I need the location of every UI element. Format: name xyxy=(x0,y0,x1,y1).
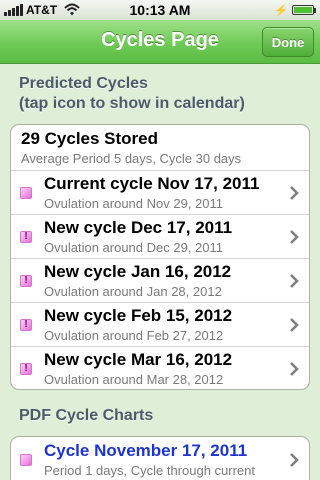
cycle-row[interactable]: ! New cycle Mar 16, 2012 Ovulation aroun… xyxy=(11,347,309,389)
cycle-title: Current cycle Nov 17, 2011 xyxy=(44,174,260,193)
cycles-summary-row: 29 Cycles Stored Average Period 5 days, … xyxy=(11,125,309,171)
calendar-square-icon[interactable] xyxy=(20,186,32,199)
pdf-charts-header: PDF Cycle Charts xyxy=(19,407,154,424)
predicted-cycles-hint: (tap icon to show in calendar) xyxy=(19,95,245,112)
predicted-cycles-title: Predicted Cycles xyxy=(19,75,148,92)
chevron-right-icon xyxy=(289,229,299,244)
cycle-ovulation: Ovulation around Dec 29, 2011 xyxy=(44,240,223,255)
pdf-chart-sub: Period 1 days, Cycle through current xyxy=(44,463,255,478)
navigation-bar: Cycles Page Done xyxy=(0,20,320,64)
cycle-title: New cycle Mar 16, 2012 xyxy=(44,350,233,369)
chevron-right-icon xyxy=(289,273,299,288)
charging-icon: ⚡ xyxy=(274,5,288,17)
cycle-row[interactable]: ! New cycle Dec 17, 2011 Ovulation aroun… xyxy=(11,215,309,259)
predicted-cycles-list: 29 Cycles Stored Average Period 5 days, … xyxy=(10,124,310,390)
chevron-right-icon xyxy=(289,453,299,467)
status-bar: AT&T 10:13 AM ⚡ xyxy=(0,0,320,20)
chevron-right-icon xyxy=(289,317,299,332)
cycle-ovulation: Ovulation around Mar 28, 2012 xyxy=(44,372,224,387)
cycle-ovulation: Ovulation around Jan 28, 2012 xyxy=(44,284,222,299)
cycle-row[interactable]: ! New cycle Feb 15, 2012 Ovulation aroun… xyxy=(11,303,309,347)
cycle-ovulation: Ovulation around Feb 27, 2012 xyxy=(44,328,224,343)
pdf-chart-title: Cycle November 17, 2011 xyxy=(44,441,248,460)
cycle-row[interactable]: ! New cycle Jan 16, 2012 Ovulation aroun… xyxy=(11,259,309,303)
cycle-row[interactable]: Current cycle Nov 17, 2011 Ovulation aro… xyxy=(11,171,309,215)
cycle-title: New cycle Dec 17, 2011 xyxy=(44,218,233,237)
cycles-average-label: Average Period 5 days, Cycle 30 days xyxy=(21,151,242,166)
pdf-charts-list: Cycle November 17, 2011 Period 1 days, C… xyxy=(10,436,310,480)
chevron-right-icon xyxy=(289,362,299,376)
calendar-exclaim-icon[interactable]: ! xyxy=(20,274,32,287)
cycles-stored-label: 29 Cycles Stored xyxy=(21,129,159,148)
battery-icon xyxy=(292,5,316,15)
cycle-title: New cycle Jan 16, 2012 xyxy=(44,262,232,281)
calendar-exclaim-icon[interactable]: ! xyxy=(20,363,32,375)
predicted-cycles-header: Predicted Cycles (tap icon to show in ca… xyxy=(19,74,245,114)
chevron-right-icon xyxy=(289,185,299,200)
calendar-exclaim-icon[interactable]: ! xyxy=(20,230,32,243)
calendar-exclaim-icon[interactable]: ! xyxy=(20,318,32,331)
status-time: 10:13 AM xyxy=(129,2,191,18)
cycle-ovulation: Ovulation around Nov 29, 2011 xyxy=(44,196,223,211)
calendar-square-icon[interactable] xyxy=(20,454,32,466)
done-button[interactable]: Done xyxy=(262,27,314,57)
cycle-title: New cycle Feb 15, 2012 xyxy=(44,306,233,325)
pdf-chart-row[interactable]: Cycle November 17, 2011 Period 1 days, C… xyxy=(11,437,309,480)
